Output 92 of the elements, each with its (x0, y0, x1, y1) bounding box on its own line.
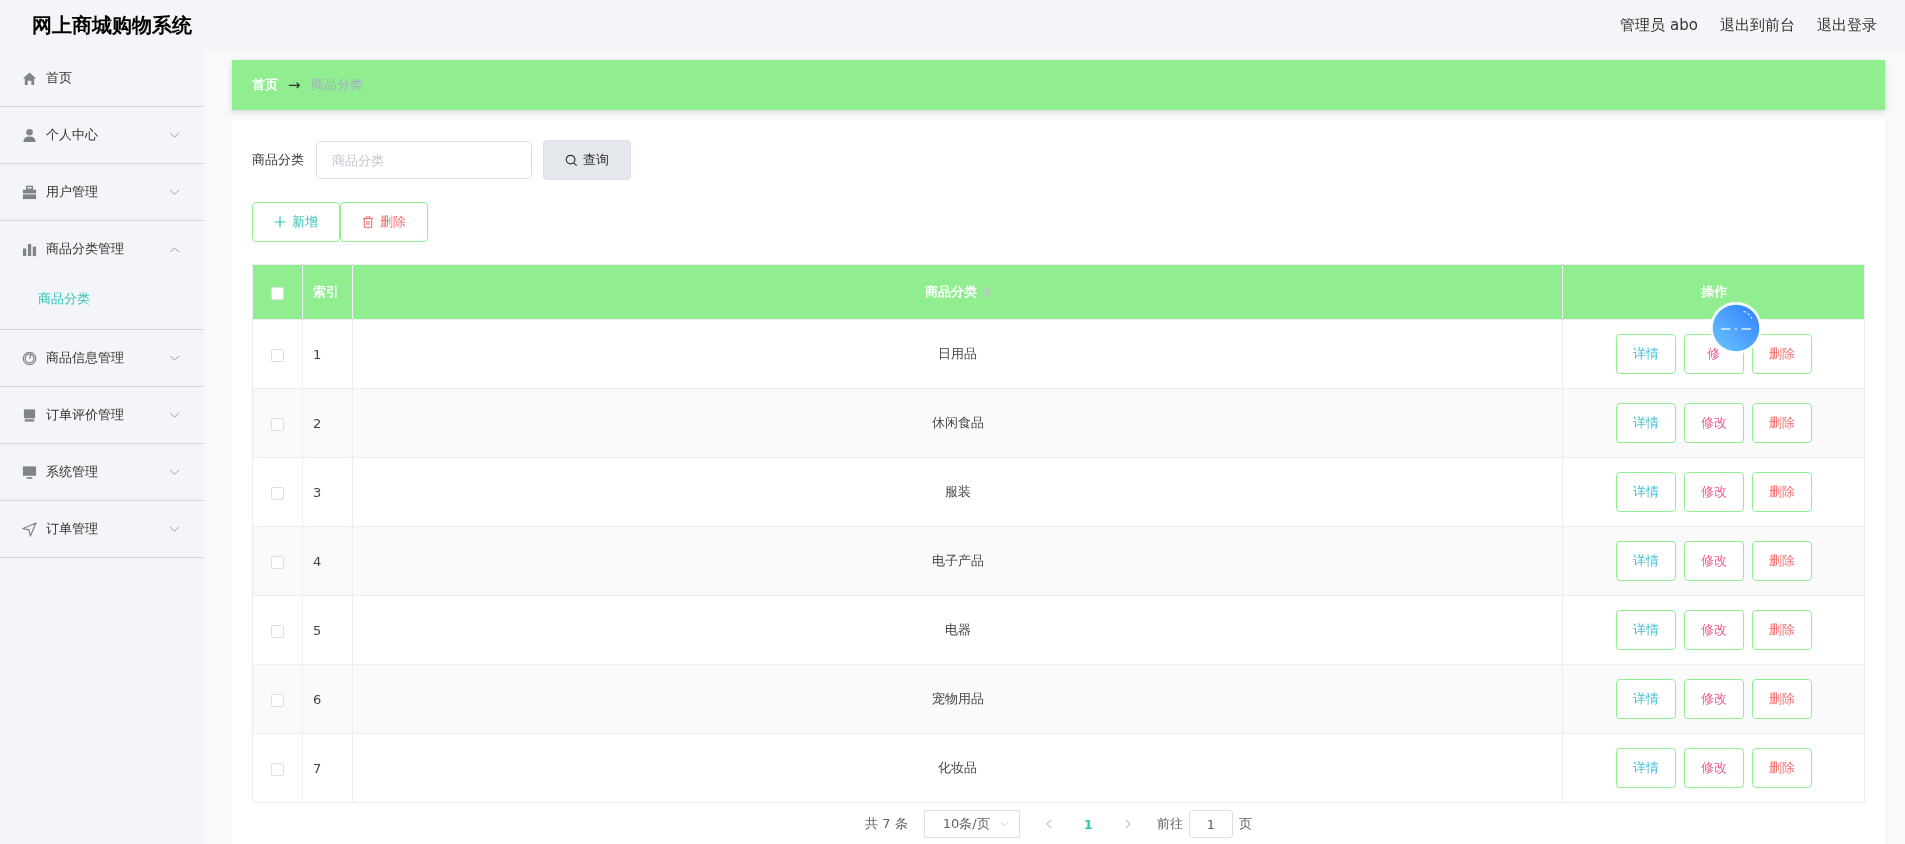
chevron-icon (169, 468, 180, 476)
sidebar-item[interactable]: 订单评价管理 (0, 387, 204, 443)
column-header: 商品分类 (924, 283, 977, 301)
page-jump-field[interactable]: 1 (1188, 810, 1233, 838)
delete-button[interactable]: 删除 (1751, 679, 1812, 719)
table-cell: 1 (313, 346, 322, 362)
table-cell: 服装 (944, 484, 971, 499)
delete-button[interactable]: 删除 (1751, 610, 1812, 650)
detail-button[interactable]: 详情 (1615, 610, 1676, 650)
header-link[interactable]: 管理员 abo (1620, 15, 1698, 35)
monitor-icon (22, 464, 37, 480)
page-suffix: 页 (1238, 815, 1252, 833)
sidebar-item[interactable]: 用户管理 (0, 164, 204, 220)
table-cell: 3 (313, 484, 322, 500)
delete-button[interactable]: 删除 (1751, 541, 1812, 581)
row-checkbox[interactable] (271, 624, 284, 638)
app-title: 网上商城购物系统 (32, 11, 192, 39)
chevron-icon (169, 131, 180, 139)
chevron-icon (169, 188, 180, 196)
row-checkbox[interactable] (271, 486, 284, 500)
sort-icon[interactable] (982, 286, 991, 298)
table-cell: 电子产品 (931, 553, 984, 568)
select-all-checkbox[interactable] (271, 286, 284, 300)
row-checkbox[interactable] (271, 555, 284, 569)
page-size-select[interactable]: 10条/页 (923, 810, 1020, 838)
table-cell: 化妆品 (938, 760, 977, 775)
row-checkbox[interactable] (271, 693, 284, 707)
edit-button[interactable]: 修改 (1683, 610, 1744, 650)
trash-icon (362, 216, 374, 228)
detail-button[interactable]: 详情 (1615, 541, 1676, 581)
delete-button[interactable]: 删除 (1751, 334, 1812, 374)
header-link[interactable]: 退出到前台 (1720, 15, 1795, 35)
total-count: 共 7 条 (865, 815, 908, 833)
chevron-icon (169, 525, 180, 533)
plus-icon (274, 216, 286, 228)
next-page-icon[interactable] (1124, 819, 1131, 829)
row-checkbox[interactable] (271, 762, 284, 776)
table-cell: 6 (313, 691, 322, 707)
chevron-icon (169, 411, 180, 419)
edit-button[interactable]: 修改 (1683, 541, 1744, 581)
edit-button[interactable]: 修改 (1683, 679, 1744, 719)
home-icon (22, 70, 37, 86)
chevron-icon (169, 354, 180, 362)
edit-button[interactable]: 修改 (1683, 403, 1744, 443)
delete-button[interactable]: 删除 (1751, 403, 1812, 443)
table-cell: 2 (313, 415, 322, 431)
detail-button[interactable]: 详情 (1615, 679, 1676, 719)
detail-button[interactable]: 详情 (1615, 472, 1676, 512)
column-header: 操作 (1700, 283, 1727, 301)
inbox-icon (22, 407, 37, 423)
briefcase-icon (22, 184, 37, 200)
search-field[interactable]: 商品分类 (316, 141, 532, 179)
sidebar-item[interactable]: 系统管理 (0, 444, 204, 500)
send-icon (22, 521, 37, 537)
delete-button[interactable]: 删除 (1751, 748, 1812, 788)
bar-chart-icon (22, 241, 37, 257)
goto-label: 前往 (1156, 815, 1183, 833)
sidebar-item[interactable]: 首页 (0, 50, 204, 106)
sidebar-subitem[interactable]: 商品分类 (0, 277, 204, 329)
chevron-icon (169, 245, 180, 253)
table-cell: 7 (313, 760, 322, 776)
edit-button[interactable]: 修改 (1683, 748, 1744, 788)
detail-button[interactable]: 详情 (1615, 334, 1676, 374)
table-cell: 5 (313, 622, 322, 638)
table-cell: 休闲食品 (931, 415, 984, 430)
table-cell: 日用品 (938, 346, 977, 361)
add-button[interactable]: 新增 (252, 202, 340, 242)
row-checkbox[interactable] (271, 417, 284, 431)
sidebar-item[interactable]: 商品分类管理 (0, 221, 204, 277)
detail-button[interactable]: 详情 (1615, 748, 1676, 788)
table-cell: 宠物用品 (931, 691, 984, 706)
sidebar-item[interactable]: 订单管理 (0, 501, 204, 557)
column-header: 索引 (313, 283, 339, 301)
sidebar-item[interactable]: 个人中心 (0, 107, 204, 163)
search-button[interactable]: 查询 (543, 140, 631, 180)
row-checkbox[interactable] (271, 348, 284, 362)
prev-page-icon[interactable] (1045, 819, 1052, 829)
edit-button[interactable]: 修改 (1683, 472, 1744, 512)
page-number[interactable]: 1 (1083, 816, 1093, 832)
sidebar-item[interactable]: 商品信息管理 (0, 330, 204, 386)
header-link[interactable]: 退出登录 (1817, 15, 1877, 35)
dropdown-chevron-icon (999, 821, 1009, 827)
detail-button[interactable]: 详情 (1615, 403, 1676, 443)
arrow-separator: → (288, 76, 301, 94)
table-cell: 4 (313, 553, 322, 569)
delete-button[interactable]: 删除 (340, 202, 428, 242)
search-icon (565, 153, 578, 167)
user-icon (22, 127, 37, 143)
gauge-icon (22, 350, 37, 366)
table-cell: 电器 (944, 622, 971, 637)
delete-button[interactable]: 删除 (1751, 472, 1812, 512)
search-label: 商品分类 (252, 151, 304, 169)
